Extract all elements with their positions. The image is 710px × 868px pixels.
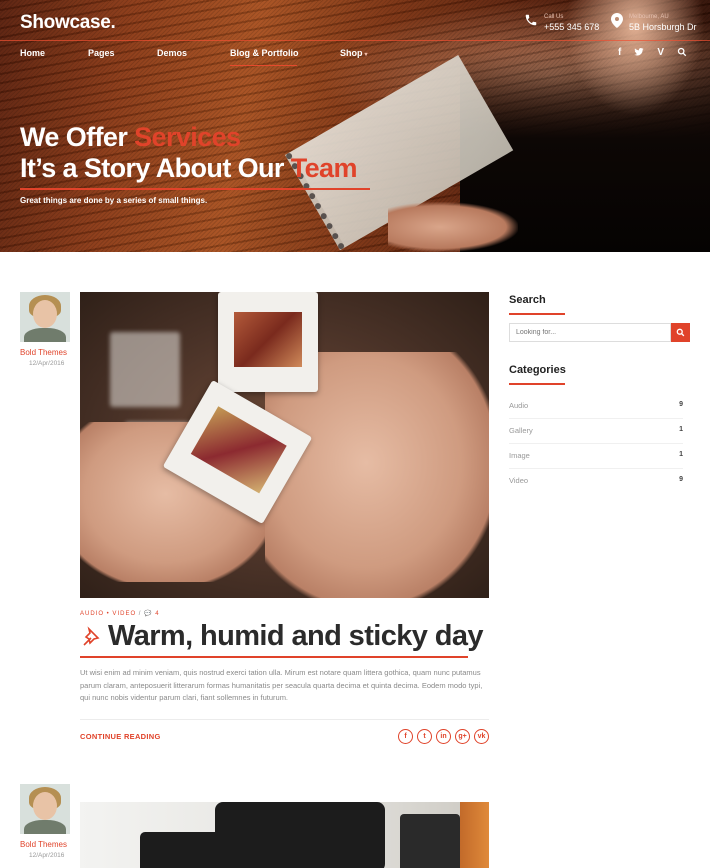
author-avatar[interactable] [20,292,70,342]
contact-phone[interactable]: Call Us +555 345 678 [524,13,599,33]
comment-icon: 💬 [144,611,153,617]
hero-title-line1-white: We Offer [20,122,135,152]
search-button[interactable] [671,323,690,342]
hero-title: We Offer Services It’s a Story About Our… [20,122,357,184]
nav-item-shop-label: Shop [340,48,363,58]
category-item-image[interactable]: Image 1 [509,444,683,469]
author-name[interactable]: Bold Themes [20,348,67,357]
post-meta: AUDIO • VIDEO / 💬 4 [80,610,160,617]
post-title[interactable]: Warm, humid and sticky day [108,620,484,653]
twitter-share-icon[interactable]: t [417,729,432,744]
nav-divider [0,40,710,41]
avatar-face [33,792,57,820]
avatar-face [33,300,57,328]
category-count: 1 [679,426,683,433]
category-count: 9 [679,401,683,408]
post-title-underline [80,656,468,658]
search-icon [676,328,685,337]
hero-hand-image [388,202,518,252]
contact-address-label: Melbourne, AU [629,14,669,20]
contact-address[interactable]: Melbourne, AU 5B Horsburgh Dr [611,13,697,33]
author-name[interactable]: Bold Themes [20,840,67,849]
phone-icon [524,13,538,31]
category-name: Video [509,476,529,485]
wood-edge [460,802,489,868]
post-featured-image[interactable] [80,802,489,868]
header-social-links: f V [618,47,687,60]
contact-address-value: 5B Horsburgh Dr [629,22,697,32]
nav-item-blog-portfolio[interactable]: Blog & Portfolio [230,48,299,58]
category-item-audio[interactable]: Audio 9 [509,394,683,419]
avatar-shirt [24,328,66,342]
category-count: 1 [679,451,683,458]
category-name: Image [509,451,530,460]
pin-icon [80,625,102,649]
nav-item-demos[interactable]: Demos [157,48,187,58]
avatar-shirt [24,820,66,834]
categories-widget-title: Categories [509,364,566,376]
chevron-down-icon: ▾ [364,52,368,58]
contact-phone-value: +555 345 678 [544,22,600,32]
vk-share-icon[interactable]: vk [474,729,489,744]
comment-count[interactable]: 4 [155,611,159,617]
continue-reading-link[interactable]: CONTINUE READING [80,732,161,741]
categories-widget-underline [509,383,565,385]
hero-underline [20,188,370,190]
post-excerpt: Ut wisi enim ad minim veniam, quis nostr… [80,668,483,702]
category-name: Audio [509,401,529,410]
category-name: Gallery [509,426,533,435]
vimeo-icon[interactable]: V [657,47,664,60]
search-icon[interactable] [677,47,687,60]
device-image [400,814,460,868]
device-image [215,802,385,868]
hero-subtitle: Great things are done by a series of sma… [20,196,208,205]
nav-item-shop[interactable]: Shop ▾ [340,48,368,58]
search-widget-underline [509,313,565,315]
post-date: 12/Apr/2016 [29,360,65,367]
share-buttons: f t in g+ vk [398,729,489,744]
contact-phone-label: Call Us [544,14,564,20]
post-featured-image[interactable] [80,292,489,598]
hero-title-line1-red: Services [134,122,241,152]
nav-item-home[interactable]: Home [20,48,45,58]
location-pin-icon [611,13,623,32]
hero-title-line2-white: It’s a Story About Our [20,153,291,183]
category-count: 9 [679,476,683,483]
post-categories[interactable]: AUDIO • VIDEO [80,611,136,617]
slide-window [191,406,287,494]
nav-active-indicator [230,65,297,66]
author-avatar[interactable] [20,784,70,834]
slide-window [234,312,302,367]
search-widget-title: Search [509,294,546,306]
post-divider [80,719,489,720]
blurred-slide [110,332,180,407]
photo-slide-top [218,292,318,392]
google-plus-share-icon[interactable]: g+ [455,729,470,744]
category-item-gallery[interactable]: Gallery 1 [509,419,683,444]
site-logo[interactable]: Showcase. [20,12,116,34]
twitter-icon[interactable] [634,47,644,60]
search-input[interactable] [509,323,671,342]
facebook-share-icon[interactable]: f [398,729,413,744]
post-date: 12/Apr/2016 [29,852,65,859]
linkedin-share-icon[interactable]: in [436,729,451,744]
nav-item-pages[interactable]: Pages [88,48,115,58]
hero-title-line2-red: Team [290,153,358,183]
category-item-video[interactable]: Video 9 [509,469,683,494]
facebook-icon[interactable]: f [618,47,621,60]
